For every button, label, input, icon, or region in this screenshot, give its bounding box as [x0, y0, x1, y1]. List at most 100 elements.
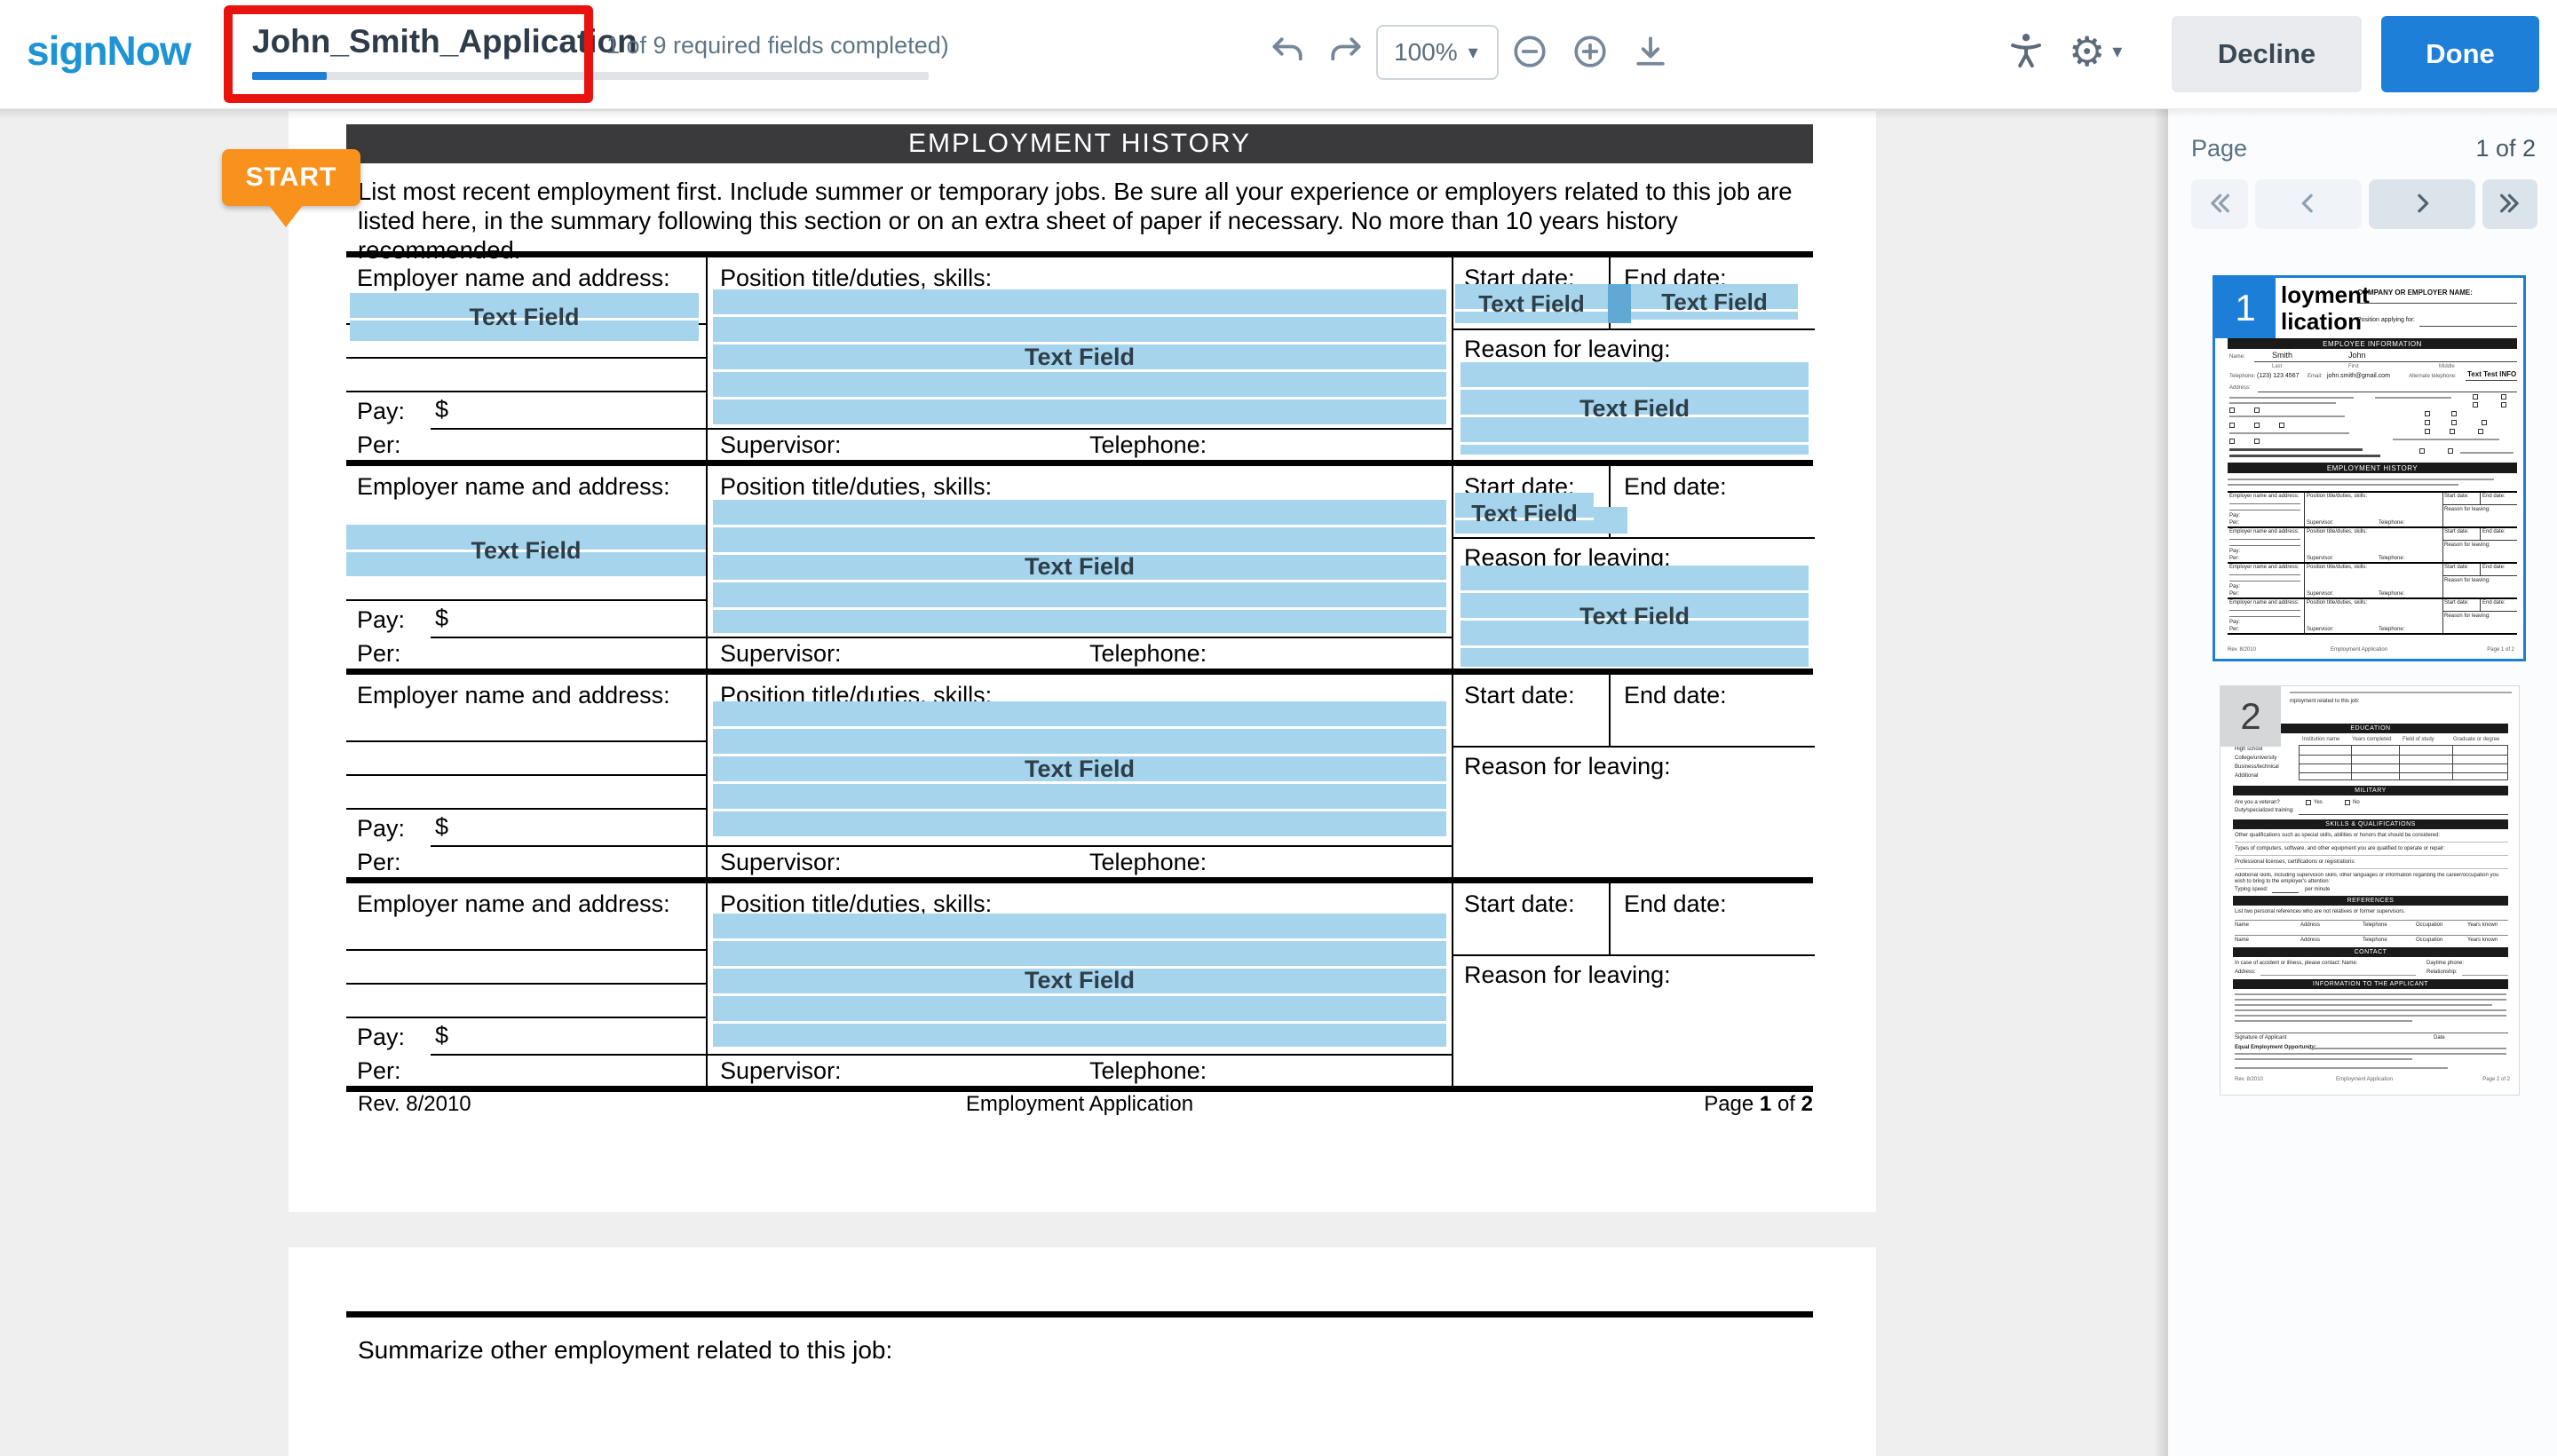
currency-label: $	[435, 605, 448, 632]
start-date-text-field[interactable]: Text Field	[1455, 284, 1608, 323]
relationship-label: Relationship:	[2426, 969, 2458, 976]
thumb-footer-left: Rev. 8/2010	[2228, 647, 2256, 653]
next-page-button[interactable]	[2369, 179, 2475, 229]
zoom-in-button[interactable]	[1570, 32, 1611, 73]
end-date-label: End date:	[1624, 682, 1727, 709]
signnow-logo[interactable]: signNow	[27, 27, 191, 75]
mini-label: Employer name and address:	[2229, 494, 2299, 500]
typing-speed-label: Typing speed:	[2235, 887, 2268, 893]
previous-page-button[interactable]	[2255, 179, 2362, 229]
employer-label: Employer name and address:	[357, 890, 670, 918]
summarize-heading: Summarize other employment related to th…	[358, 1336, 892, 1365]
edu-col: Graduate or degree	[2453, 737, 2499, 743]
edu-col: Years completed	[2352, 737, 2391, 743]
supervisor-label: Supervisor:	[720, 640, 842, 668]
edu-row: High school	[2235, 747, 2262, 753]
currency-label: $	[435, 396, 448, 423]
zoom-out-button[interactable]	[1509, 32, 1550, 73]
edu-row: Business/technical	[2235, 764, 2279, 771]
ref-col: Occupation	[2416, 938, 2442, 944]
edu-row: College/university	[2235, 756, 2276, 762]
mini-label: Employer name and address:	[2229, 600, 2299, 606]
edu-col: Field of study	[2403, 737, 2434, 743]
employer-text-field[interactable]: Text Field	[346, 525, 706, 576]
position-text-field[interactable]: Text Field	[713, 500, 1446, 633]
accessibility-button[interactable]	[2003, 28, 2049, 75]
settings-button[interactable]: ⚙ ▾	[2069, 25, 2143, 78]
mini-label: Start date:	[2444, 600, 2469, 606]
required-fields-status: 1 of 9 required fields completed)	[606, 32, 949, 59]
zoom-in-icon	[1571, 32, 1610, 74]
mini-label: Telephone:	[2379, 591, 2404, 597]
done-button[interactable]: Done	[2381, 16, 2539, 92]
download-icon	[1631, 32, 1670, 74]
mini-label: Position title/duties, skills:	[2307, 600, 2367, 606]
undo-icon	[1269, 32, 1308, 74]
section-divider	[346, 1311, 1813, 1318]
decline-button[interactable]: Decline	[2172, 16, 2362, 92]
mini-label: Position title/duties, skills:	[2307, 565, 2367, 571]
accessibility-icon	[2005, 29, 2047, 75]
employer-text-field[interactable]: Text Field	[350, 293, 699, 341]
mini-label: Pay:	[2229, 620, 2240, 626]
date-label: Date	[2434, 1035, 2445, 1041]
end-date-text-field[interactable]: Text Field	[1631, 284, 1798, 320]
undo-button[interactable]	[1268, 32, 1309, 73]
per-minute-label: per minute	[2305, 887, 2330, 893]
mini-label: Employer name and address:	[2229, 529, 2299, 535]
mini-label: Telephone:	[2379, 520, 2404, 526]
zoom-out-icon	[1510, 32, 1549, 74]
currency-label: $	[435, 813, 448, 841]
zoom-level-value: 100%	[1394, 38, 1458, 67]
download-button[interactable]	[1630, 32, 1671, 73]
first-page-button[interactable]	[2191, 179, 2248, 229]
reason-label: Reason for leaving:	[1464, 336, 1671, 363]
per-label: Per:	[357, 849, 401, 876]
page-thumbnail-1[interactable]: 1 loyment lication COMPANY OR EMPLOYER N…	[2213, 275, 2526, 661]
ref-col: Name	[2235, 922, 2249, 929]
mini-label: Reason for leaving:	[2444, 613, 2490, 620]
workspace: EMPLOYMENT HISTORY List most recent empl…	[0, 108, 2557, 1456]
start-tag[interactable]: START	[222, 149, 360, 206]
page-thumbnail-2[interactable]: 2 mployment related to this job: EDUCATI…	[2220, 685, 2520, 1096]
edu-grid	[2299, 745, 2508, 780]
last-page-button[interactable]	[2482, 179, 2537, 229]
end-date-label: End date:	[1624, 473, 1727, 501]
employer-label: Employer name and address:	[357, 473, 670, 501]
mini-label: Per:	[2229, 556, 2239, 562]
telephone-label: Telephone:	[2229, 374, 2255, 380]
thumb-footer-center: Employment Application	[2331, 647, 2387, 653]
position-text-field[interactable]: Text Field	[713, 289, 1446, 424]
thumb-footer-right: Page 2 of 2	[2482, 1077, 2510, 1083]
reason-label: Reason for leaving:	[1464, 961, 1671, 989]
mini-label: Supervisor:	[2307, 556, 2333, 562]
thumb-title-fragment: loyment	[2281, 281, 2370, 309]
start-date-text-field[interactable]: Text Field	[1455, 493, 1594, 534]
mini-label: Pay:	[2229, 584, 2240, 590]
thumb-footer-center: Employment Application	[2336, 1077, 2393, 1083]
email-label: Email:	[2308, 374, 2323, 380]
chevron-left-icon	[2295, 190, 2322, 219]
position-text-field[interactable]: Text Field	[713, 701, 1446, 836]
position-text-field[interactable]: Text Field	[713, 914, 1446, 1047]
reason-text-field[interactable]: Text Field	[1461, 362, 1809, 455]
references-note: List two personal references who are not…	[2235, 909, 2405, 915]
skills-header: SKILLS & QUALIFICATIONS	[2233, 819, 2508, 829]
supervisor-label: Supervisor:	[720, 1057, 842, 1085]
mini-label: End date:	[2482, 529, 2506, 535]
employer-label: Employer name and address:	[357, 265, 670, 292]
skills-q: Other qualifications such as special ski…	[2235, 833, 2440, 839]
employment-history-header: EMPLOYMENT HISTORY	[2228, 463, 2517, 473]
reason-text-field[interactable]: Text Field	[1461, 566, 1809, 667]
redo-button[interactable]	[1325, 32, 1366, 73]
zoom-level-select[interactable]: 100% ▾	[1376, 25, 1499, 80]
document-viewer[interactable]: EMPLOYMENT HISTORY List most recent empl…	[0, 108, 2168, 1456]
page-indicator: 1 of 2	[2475, 135, 2536, 162]
ref-col: Telephone	[2363, 922, 2387, 929]
mini-label: Per:	[2229, 591, 2239, 597]
currency-label: $	[435, 1022, 448, 1049]
mini-label: Telephone:	[2379, 627, 2404, 633]
footer-page-indicator: Page 1 of 2	[1704, 1092, 1813, 1117]
ref-col: Address	[2300, 922, 2320, 929]
signature-label: Signature of Applicant	[2235, 1035, 2286, 1041]
